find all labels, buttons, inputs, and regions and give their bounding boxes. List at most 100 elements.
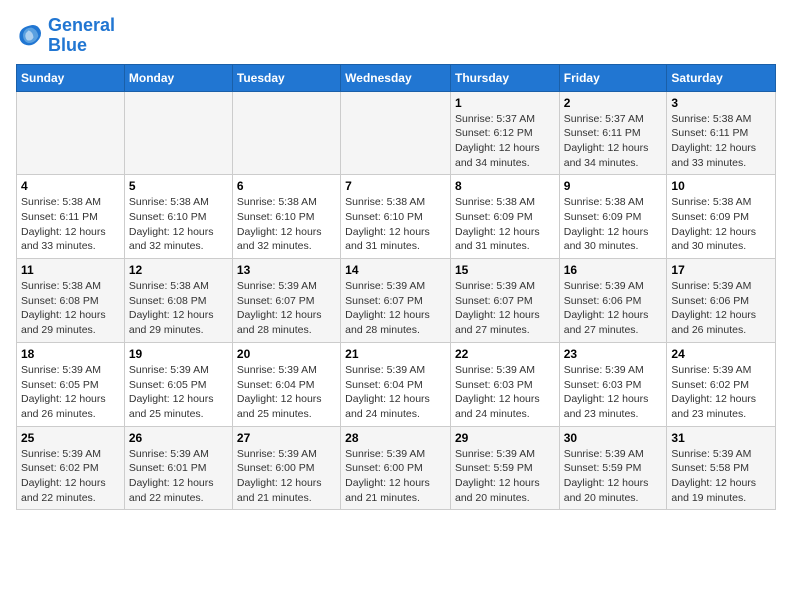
day-info: Sunrise: 5:39 AM Sunset: 6:04 PM Dayligh… [345,363,446,422]
calendar-cell: 14 Sunrise: 5:39 AM Sunset: 6:07 PM Dayli… [341,259,451,343]
calendar-cell: 24Sunrise: 5:39 AM Sunset: 6:02 PM Dayli… [667,342,776,426]
calendar-cell: 22 Sunrise: 5:39 AM Sunset: 6:03 PM Dayli… [450,342,559,426]
day-info: Sunrise: 5:38 AM Sunset: 6:09 PM Dayligh… [671,195,771,254]
day-info: Sunrise: 5:39 AM Sunset: 5:59 PM Dayligh… [455,447,555,506]
page-header: General Blue [16,16,776,56]
day-number: 10 [671,179,771,193]
day-number: 24 [671,347,771,361]
day-number: 22 [455,347,555,361]
day-info: Sunrise: 5:38 AM Sunset: 6:09 PM Dayligh… [455,195,555,254]
day-number: 8 [455,179,555,193]
day-info: Sunrise: 5:37 AM Sunset: 6:12 PM Dayligh… [455,112,555,171]
day-number: 4 [21,179,120,193]
day-number: 17 [671,263,771,277]
day-info: Sunrise: 5:38 AM Sunset: 6:10 PM Dayligh… [345,195,446,254]
day-number: 19 [129,347,228,361]
day-number: 2 [564,96,663,110]
day-info: Sunrise: 5:39 AM Sunset: 5:59 PM Dayligh… [564,447,663,506]
day-number: 13 [237,263,336,277]
calendar-cell [17,91,125,175]
calendar-cell: 17Sunrise: 5:39 AM Sunset: 6:06 PM Dayli… [667,259,776,343]
calendar-cell: 23Sunrise: 5:39 AM Sunset: 6:03 PM Dayli… [559,342,667,426]
day-header-monday: Monday [124,64,232,91]
day-info: Sunrise: 5:39 AM Sunset: 6:01 PM Dayligh… [129,447,228,506]
calendar-cell: 7Sunrise: 5:38 AM Sunset: 6:10 PM Daylig… [341,175,451,259]
day-header-wednesday: Wednesday [341,64,451,91]
day-info: Sunrise: 5:39 AM Sunset: 6:07 PM Dayligh… [237,279,336,338]
day-info: Sunrise: 5:39 AM Sunset: 6:06 PM Dayligh… [564,279,663,338]
calendar-cell: 13 Sunrise: 5:39 AM Sunset: 6:07 PM Dayli… [232,259,340,343]
calendar-cell: 30 Sunrise: 5:39 AM Sunset: 5:59 PM Dayli… [559,426,667,510]
day-number: 12 [129,263,228,277]
day-info: Sunrise: 5:37 AM Sunset: 6:11 PM Dayligh… [564,112,663,171]
week-row-4: 18 Sunrise: 5:39 AM Sunset: 6:05 PM Dayli… [17,342,776,426]
day-number: 16 [564,263,663,277]
day-number: 18 [21,347,120,361]
day-header-tuesday: Tuesday [232,64,340,91]
calendar-cell: 11 Sunrise: 5:38 AM Sunset: 6:08 PM Dayli… [17,259,125,343]
day-number: 6 [237,179,336,193]
day-number: 14 [345,263,446,277]
day-header-thursday: Thursday [450,64,559,91]
day-info: Sunrise: 5:39 AM Sunset: 6:00 PM Dayligh… [345,447,446,506]
calendar-cell: 18 Sunrise: 5:39 AM Sunset: 6:05 PM Dayli… [17,342,125,426]
day-number: 28 [345,431,446,445]
week-row-5: 25Sunrise: 5:39 AM Sunset: 6:02 PM Dayli… [17,426,776,510]
day-number: 27 [237,431,336,445]
day-number: 11 [21,263,120,277]
calendar-cell: 10 Sunrise: 5:38 AM Sunset: 6:09 PM Dayli… [667,175,776,259]
week-row-2: 4Sunrise: 5:38 AM Sunset: 6:11 PM Daylig… [17,175,776,259]
week-row-1: 1 Sunrise: 5:37 AM Sunset: 6:12 PM Daylig… [17,91,776,175]
calendar-cell: 20 Sunrise: 5:39 AM Sunset: 6:04 PM Dayli… [232,342,340,426]
day-info: Sunrise: 5:39 AM Sunset: 6:03 PM Dayligh… [455,363,555,422]
calendar-cell: 5 Sunrise: 5:38 AM Sunset: 6:10 PM Daylig… [124,175,232,259]
day-number: 15 [455,263,555,277]
day-info: Sunrise: 5:38 AM Sunset: 6:10 PM Dayligh… [237,195,336,254]
calendar-cell [124,91,232,175]
day-number: 1 [455,96,555,110]
day-header-sunday: Sunday [17,64,125,91]
calendar-cell: 19 Sunrise: 5:39 AM Sunset: 6:05 PM Dayli… [124,342,232,426]
day-info: Sunrise: 5:39 AM Sunset: 6:03 PM Dayligh… [564,363,663,422]
calendar-cell: 28 Sunrise: 5:39 AM Sunset: 6:00 PM Dayli… [341,426,451,510]
day-info: Sunrise: 5:39 AM Sunset: 6:07 PM Dayligh… [455,279,555,338]
logo-icon [16,22,44,50]
day-number: 31 [671,431,771,445]
day-info: Sunrise: 5:38 AM Sunset: 6:08 PM Dayligh… [21,279,120,338]
logo-text: General Blue [48,16,115,56]
day-number: 9 [564,179,663,193]
week-row-3: 11 Sunrise: 5:38 AM Sunset: 6:08 PM Dayli… [17,259,776,343]
calendar-cell: 3 Sunrise: 5:38 AM Sunset: 6:11 PM Daylig… [667,91,776,175]
day-info: Sunrise: 5:39 AM Sunset: 5:58 PM Dayligh… [671,447,771,506]
day-number: 25 [21,431,120,445]
day-number: 29 [455,431,555,445]
day-number: 3 [671,96,771,110]
day-info: Sunrise: 5:38 AM Sunset: 6:08 PM Dayligh… [129,279,228,338]
day-number: 26 [129,431,228,445]
day-info: Sunrise: 5:38 AM Sunset: 6:10 PM Dayligh… [129,195,228,254]
calendar-cell: 26 Sunrise: 5:39 AM Sunset: 6:01 PM Dayli… [124,426,232,510]
calendar-cell: 31 Sunrise: 5:39 AM Sunset: 5:58 PM Dayli… [667,426,776,510]
day-info: Sunrise: 5:39 AM Sunset: 6:05 PM Dayligh… [21,363,120,422]
calendar-cell: 29 Sunrise: 5:39 AM Sunset: 5:59 PM Dayli… [450,426,559,510]
calendar-cell [232,91,340,175]
calendar-table: SundayMondayTuesdayWednesdayThursdayFrid… [16,64,776,511]
day-number: 20 [237,347,336,361]
calendar-cell: 1 Sunrise: 5:37 AM Sunset: 6:12 PM Daylig… [450,91,559,175]
calendar-cell [341,91,451,175]
calendar-cell: 8 Sunrise: 5:38 AM Sunset: 6:09 PM Daylig… [450,175,559,259]
calendar-cell: 16 Sunrise: 5:39 AM Sunset: 6:06 PM Dayli… [559,259,667,343]
day-number: 30 [564,431,663,445]
day-info: Sunrise: 5:39 AM Sunset: 6:05 PM Dayligh… [129,363,228,422]
day-info: Sunrise: 5:39 AM Sunset: 6:07 PM Dayligh… [345,279,446,338]
calendar-cell: 21Sunrise: 5:39 AM Sunset: 6:04 PM Dayli… [341,342,451,426]
calendar-cell: 6 Sunrise: 5:38 AM Sunset: 6:10 PM Daylig… [232,175,340,259]
day-info: Sunrise: 5:39 AM Sunset: 6:04 PM Dayligh… [237,363,336,422]
day-number: 5 [129,179,228,193]
calendar-cell: 12 Sunrise: 5:38 AM Sunset: 6:08 PM Dayli… [124,259,232,343]
calendar-cell: 4Sunrise: 5:38 AM Sunset: 6:11 PM Daylig… [17,175,125,259]
calendar-cell: 25Sunrise: 5:39 AM Sunset: 6:02 PM Dayli… [17,426,125,510]
day-info: Sunrise: 5:38 AM Sunset: 6:11 PM Dayligh… [671,112,771,171]
calendar-cell: 9 Sunrise: 5:38 AM Sunset: 6:09 PM Daylig… [559,175,667,259]
day-info: Sunrise: 5:38 AM Sunset: 6:09 PM Dayligh… [564,195,663,254]
